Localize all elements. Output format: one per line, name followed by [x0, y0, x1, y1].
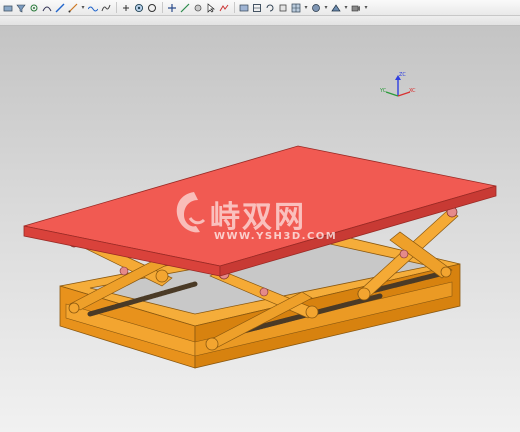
- chevron-down-icon[interactable]: ▾: [343, 2, 349, 14]
- pointer-icon[interactable]: [205, 2, 217, 14]
- triad-y-label: YC: [379, 88, 387, 94]
- hinge-pin[interactable]: [399, 249, 409, 259]
- plus-icon[interactable]: [166, 2, 178, 14]
- display-icon[interactable]: [238, 2, 250, 14]
- chevron-down-icon[interactable]: ▾: [303, 2, 309, 14]
- hinge-pin[interactable]: [305, 305, 319, 319]
- orient-icon[interactable]: [264, 2, 276, 14]
- coordinate-triad: ZC YC XC: [379, 72, 416, 97]
- style-icon[interactable]: [330, 2, 342, 14]
- curve-icon[interactable]: [41, 2, 53, 14]
- hinge-pin[interactable]: [155, 269, 169, 283]
- hinge-pin[interactable]: [440, 266, 452, 278]
- camera-icon[interactable]: [350, 2, 362, 14]
- arrow-icon[interactable]: [120, 2, 132, 14]
- line-icon[interactable]: [179, 2, 191, 14]
- watermark: 峙双网 WWW.YSH3D.COM: [170, 186, 360, 246]
- toolbar-separator: [234, 2, 235, 13]
- watermark-logo-icon: [176, 192, 206, 233]
- hinge-pin[interactable]: [259, 287, 269, 297]
- selection-icon[interactable]: [2, 2, 14, 14]
- cad-window: ▾ ▾ ▾ ▾ ▾ ZC YC XC 峙双网 WWW.YSH3D.COM: [0, 0, 520, 432]
- toolbar-separator: [116, 2, 117, 13]
- fit-icon[interactable]: [277, 2, 289, 14]
- spline-icon[interactable]: [100, 2, 112, 14]
- triad-x-label: XC: [409, 88, 416, 94]
- rotate-icon[interactable]: [251, 2, 263, 14]
- hinge-pin[interactable]: [119, 266, 129, 276]
- chevron-down-icon[interactable]: ▾: [363, 2, 369, 14]
- view-icon[interactable]: [218, 2, 230, 14]
- watermark-brand: 峙双网: [210, 200, 306, 235]
- region-icon[interactable]: [192, 2, 204, 14]
- snap-point-icon[interactable]: [28, 2, 40, 14]
- hinge-pin[interactable]: [205, 337, 219, 351]
- chevron-down-icon[interactable]: ▾: [80, 2, 86, 14]
- graphics-viewport[interactable]: ZC YC XC 峙双网 WWW.YSH3D.COM: [0, 26, 520, 432]
- toolbar-separator: [162, 2, 163, 13]
- triad-y-axis: [385, 91, 399, 97]
- hole-icon[interactable]: [146, 2, 158, 14]
- hinge-pin[interactable]: [357, 287, 371, 301]
- main-toolbar: ▾ ▾ ▾ ▾ ▾: [0, 0, 520, 16]
- layout-icon[interactable]: [290, 2, 302, 14]
- wave-icon[interactable]: [87, 2, 99, 14]
- watermark-url: WWW.YSH3D.COM: [214, 231, 338, 242]
- circle-target-icon[interactable]: [133, 2, 145, 14]
- measure-icon[interactable]: [67, 2, 79, 14]
- triad-z-label: ZC: [399, 72, 406, 78]
- chevron-down-icon[interactable]: ▾: [323, 2, 329, 14]
- secondary-toolbar-strip: [0, 16, 520, 26]
- filter-icon[interactable]: [15, 2, 27, 14]
- edge-icon[interactable]: [54, 2, 66, 14]
- render-icon[interactable]: [310, 2, 322, 14]
- hinge-pin[interactable]: [68, 302, 80, 314]
